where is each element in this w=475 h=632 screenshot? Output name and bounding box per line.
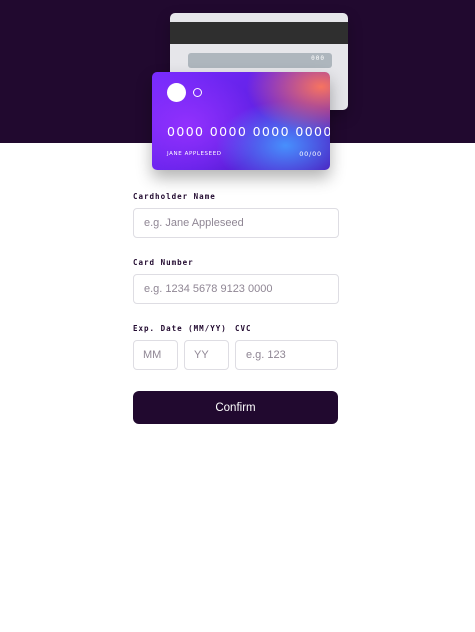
magnetic-stripe <box>170 22 348 44</box>
cvc-field: CVC <box>235 324 339 370</box>
card-holder-display: JANE APPLESEED <box>167 151 222 157</box>
cardholder-name-label: Cardholder Name <box>133 192 216 201</box>
card-logo-ring-icon <box>193 88 202 97</box>
confirm-button[interactable]: Confirm <box>133 391 338 424</box>
cardholder-name-input[interactable] <box>133 208 339 238</box>
cardholder-name-field: Cardholder Name <box>133 192 339 238</box>
expiry-cvc-row: Exp. Date (MM/YY) CVC <box>133 324 339 370</box>
card-front: 0000 0000 0000 0000 JANE APPLESEED 00/00 <box>152 72 330 170</box>
signature-strip: 000 <box>188 53 332 68</box>
card-expiry-month: 00 <box>299 150 310 158</box>
cvc-input[interactable] <box>235 340 338 370</box>
card-expiry-display: 00/00 <box>299 150 322 158</box>
expiry-date-label: Exp. Date (MM/YY) <box>133 324 227 333</box>
card-number-input[interactable] <box>133 274 339 304</box>
expiry-month-input[interactable] <box>133 340 178 370</box>
expiry-date-field: Exp. Date (MM/YY) <box>133 324 229 370</box>
card-number-label: Card Number <box>133 258 194 267</box>
card-form: Cardholder Name Card Number Exp. Date (M… <box>133 192 339 370</box>
expiry-year-input[interactable] <box>184 340 229 370</box>
card-number-display: 0000 0000 0000 0000 <box>167 124 330 139</box>
card-expiry-year: 00 <box>312 150 322 158</box>
card-number-field: Card Number <box>133 258 339 304</box>
cvc-label: CVC <box>235 324 252 333</box>
card-back-cvc: 000 <box>311 55 325 62</box>
card-logo-circle-icon <box>167 83 186 102</box>
